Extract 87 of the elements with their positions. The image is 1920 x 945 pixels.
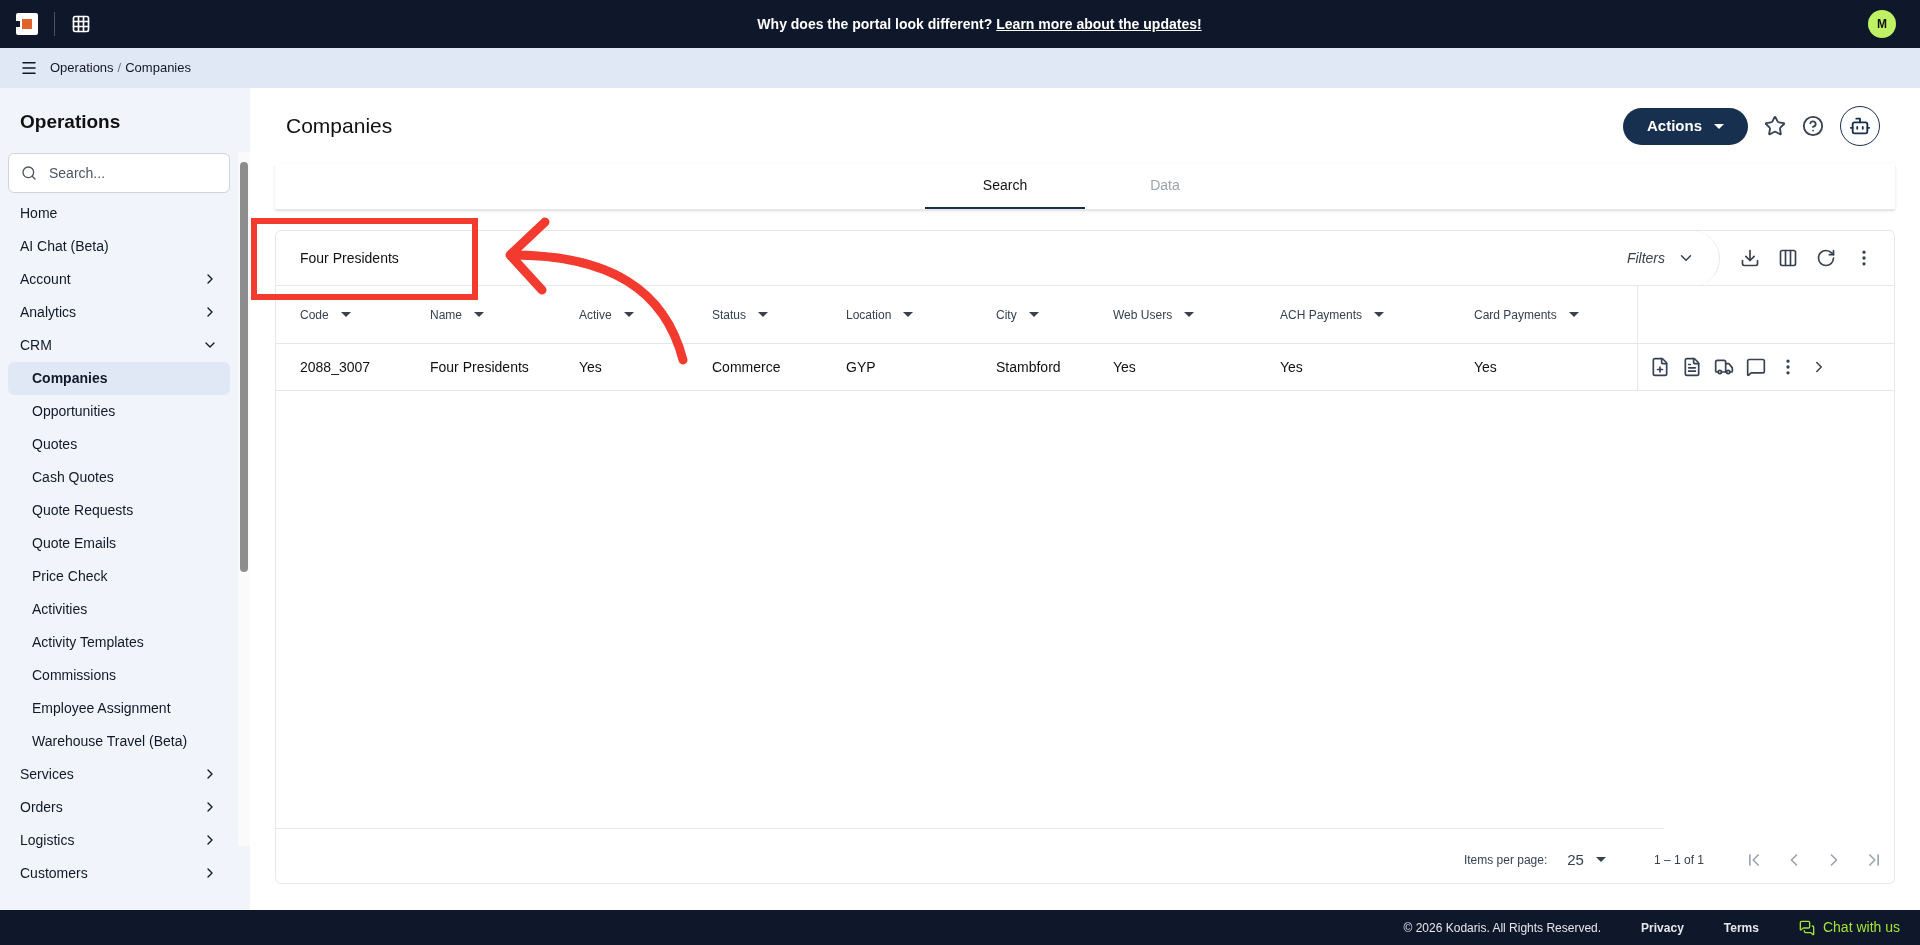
table-cell-text: Commerce [711,357,782,377]
sidebar-item[interactable]: Logistics [8,823,230,857]
table-cell-text: Yes [1473,357,1498,377]
table-cell-text: GYP [845,357,877,377]
search-value: Four Presidents [300,248,400,268]
table-cell-text: Four Presidents [429,357,530,377]
table-cell-text: 2088_3007 [299,357,372,377]
sort-caret-icon [903,312,914,317]
copyright-text: © 2026 Kodaris. All Rights Reserved. [1403,919,1602,937]
logo-icon[interactable] [16,13,38,35]
sidebar-item[interactable]: CRM [8,328,230,362]
caret-icon [1714,123,1724,129]
download-icon[interactable] [1740,248,1760,268]
sort-caret-icon [340,312,351,317]
table-cell-text: Yes [1112,357,1137,377]
sidebar-item[interactable]: Analytics [8,295,230,329]
column-header[interactable]: ACH Payments [1280,305,1385,324]
star-icon[interactable] [1764,115,1786,137]
sidebar-item[interactable]: Companies [8,361,230,395]
column-header[interactable]: Code [300,305,351,324]
search-icon [21,164,37,181]
sidebar-item[interactable]: Quotes [8,427,230,461]
banner-text: Why does the portal look different? [757,14,993,34]
table-cell-text: Yes [1279,357,1304,377]
sidebar-item[interactable]: Services [8,757,230,791]
truck-icon[interactable] [1714,357,1734,377]
menu-icon[interactable] [20,59,38,77]
sidebar-item[interactable]: Activities [8,592,230,626]
user-avatar[interactable]: M [1868,10,1896,38]
table-cell-text: Stambford [995,357,1062,377]
chat-icon [1798,919,1815,936]
sort-caret-icon [1568,312,1579,317]
sidebar-item[interactable]: Commissions [8,658,230,692]
help-icon[interactable] [1802,115,1824,137]
column-header[interactable]: Active [579,305,634,324]
sidebar-item[interactable]: Price Check [8,559,230,593]
table-cell-text: Yes [578,357,603,377]
columns-icon[interactable] [1778,248,1798,268]
breadcrumb-separator: / [117,59,122,78]
sidebar-item[interactable]: Opportunities [8,394,230,428]
footer-link[interactable]: Terms [1723,918,1759,937]
breadcrumb-link[interactable]: Companies [125,58,191,78]
column-header[interactable]: Location [846,305,914,324]
caret-icon [1595,857,1606,863]
note-add-icon[interactable] [1650,357,1670,377]
sidebar-item[interactable]: Customers [8,856,230,890]
sort-caret-icon [758,312,769,317]
sidebar-item[interactable]: Employee Assignment [8,691,230,725]
sort-caret-icon [474,312,484,317]
page-range: 1 – 1 of 1 [1653,851,1704,869]
sort-caret-icon [1374,312,1385,317]
column-header[interactable]: Card Payments [1474,305,1579,324]
sidebar-item[interactable]: Quote Requests [8,493,230,527]
sidebar-item[interactable]: Home [8,196,230,230]
tab[interactable]: Search [925,163,1085,209]
sidebar-item[interactable]: AI Chat (Beta) [8,229,230,263]
sort-caret-icon [1028,312,1039,317]
filters-button[interactable]: Filters [1626,230,1720,286]
column-header[interactable]: Status [712,305,769,324]
sidebar-title: Operations [19,110,122,134]
sort-caret-icon [623,312,634,317]
table-row[interactable]: 2088_3007 Four Presidents Yes Commerce GYP Stambford Yes Yes Yes [276,344,1894,391]
sidebar-item[interactable]: Warehouse Travel (Beta) [8,724,230,758]
sidebar-item[interactable]: Cash Quotes [8,460,230,494]
document-icon[interactable] [1682,357,1702,377]
breadcrumb-link[interactable]: Operations [50,58,114,78]
banner-link[interactable]: Learn more about the updates! [996,13,1202,35]
scrollbar[interactable] [238,152,250,846]
sort-caret-icon [1184,312,1195,317]
robot-icon [1849,115,1871,137]
refresh-icon[interactable] [1816,248,1836,268]
column-header[interactable]: City [996,305,1039,324]
column-header[interactable]: Web Users [1113,305,1195,324]
sidebar-item[interactable]: Activity Templates [8,625,230,659]
sidebar-item[interactable]: Quote Emails [8,526,230,560]
search-field[interactable]: Search... [8,152,230,193]
chat-button[interactable]: Chat with us [1798,917,1900,938]
sidebar-item[interactable]: Orders [8,790,230,824]
page-title: Companies [286,113,393,140]
sidebar-item[interactable]: Account [8,262,230,296]
comment-icon[interactable] [1746,357,1766,377]
items-per-page-label: Items per page: [1463,851,1548,869]
actions-button[interactable]: Actions [1623,107,1748,145]
apps-grid-icon[interactable] [71,14,91,34]
footer-link[interactable]: Privacy [1641,918,1684,937]
page-size-select[interactable]: 25 [1567,848,1606,871]
column-header[interactable]: Name [430,305,484,324]
